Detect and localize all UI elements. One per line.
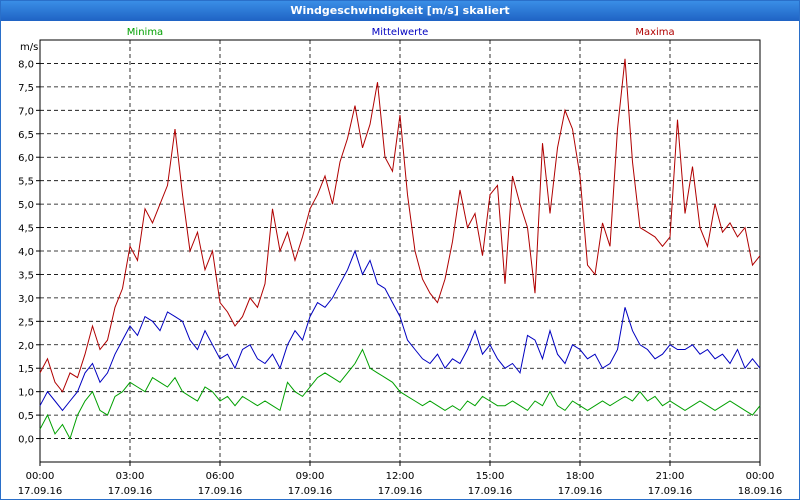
x-tick-time-label: 12:00 <box>386 471 415 482</box>
x-tick-time-label: 00:00 <box>26 471 55 482</box>
wind-speed-chart: 0,0 0,5 1,0 1,5 2,0 2,5 3,0 3,5 4,0 4,5 5,0 5,5 6,0 6… <box>18 27 783 497</box>
y-tick-label: 4,0 <box>18 247 34 258</box>
x-tick-time-label: 03:00 <box>116 471 145 482</box>
x-tick-date-label: 18.09.16 <box>738 486 783 497</box>
y-tick-label: 6,0 <box>18 153 34 164</box>
y-tick-label: 7,5 <box>18 83 34 94</box>
y-tick-label: 5,5 <box>18 177 34 188</box>
x-tick-time-label: 00:00 <box>746 471 775 482</box>
y-tick-label: 0,5 <box>18 411 34 422</box>
x-tick-date-label: 17.09.16 <box>558 486 603 497</box>
x-tick-date-label: 17.09.16 <box>288 486 333 497</box>
x-tick-date-label: 17.09.16 <box>18 486 63 497</box>
y-tick-label: 3,5 <box>18 270 34 281</box>
x-tick-time-label: 15:00 <box>476 471 505 482</box>
legend-label-minima: Minima <box>127 27 163 38</box>
x-tick-date-label: 17.09.16 <box>108 486 153 497</box>
y-tick-label: 6,5 <box>18 130 34 141</box>
y-tick-label: 8,0 <box>18 59 34 70</box>
y-tick-label: 5,0 <box>18 200 34 211</box>
y-axis-label: m/s <box>20 42 38 53</box>
x-tick-time-label: 09:00 <box>296 471 325 482</box>
y-tick-label: 2,0 <box>18 341 34 352</box>
x-tick-date-label: 17.09.16 <box>468 486 513 497</box>
x-tick-date-label: 17.09.16 <box>198 486 243 497</box>
y-tick-label: 0,0 <box>18 435 34 446</box>
y-tick-label: 4,5 <box>18 224 34 235</box>
x-tick-date-label: 17.09.16 <box>648 486 693 497</box>
x-tick-time-label: 06:00 <box>206 471 235 482</box>
y-tick-label: 3,0 <box>18 294 34 305</box>
legend: Minima Mittelwerte Maxima <box>127 27 675 38</box>
y-tick-label: 2,5 <box>18 317 34 328</box>
legend-label-mittelwerte: Mittelwerte <box>372 27 429 38</box>
y-tick-label: 7,0 <box>18 106 34 117</box>
y-tick-label: 1,0 <box>18 388 34 399</box>
x-tick-time-label: 18:00 <box>566 471 595 482</box>
legend-label-maxima: Maxima <box>635 27 674 38</box>
x-tick-time-label: 21:00 <box>656 471 685 482</box>
x-tick-date-label: 17.09.16 <box>378 486 423 497</box>
series <box>39 58 761 440</box>
y-tick-label: 1,5 <box>18 364 34 375</box>
